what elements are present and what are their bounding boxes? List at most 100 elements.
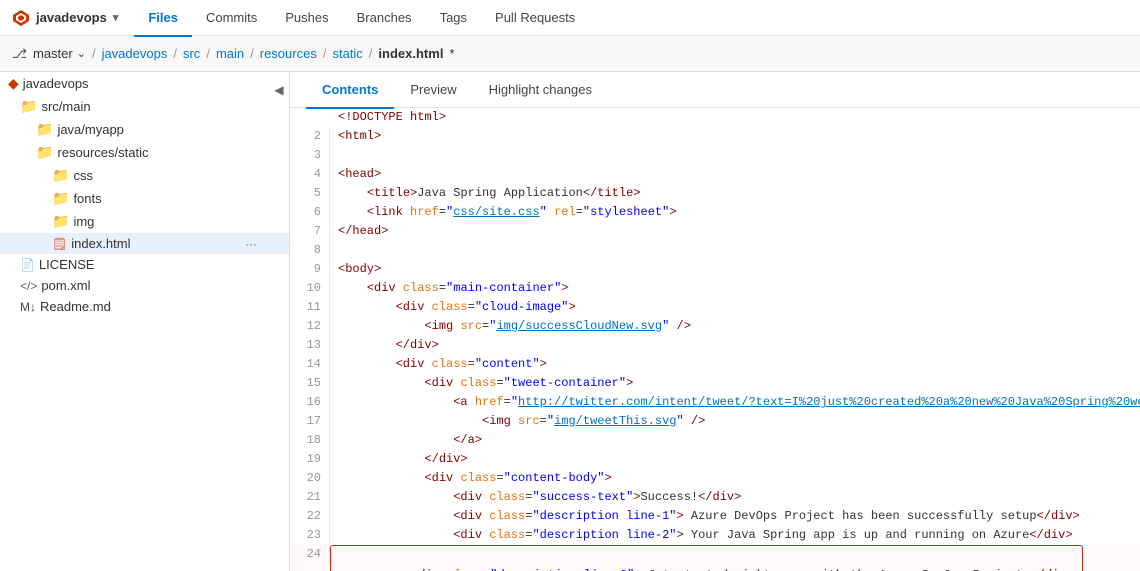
nav-pullrequests[interactable]: Pull Requests bbox=[481, 1, 589, 37]
code-line: 9 <body> bbox=[290, 260, 1140, 279]
tab-contents[interactable]: Contents bbox=[306, 73, 394, 109]
html-file-icon: 🗒 bbox=[52, 237, 67, 251]
bc-src[interactable]: src bbox=[183, 46, 200, 61]
tree-item-javamyapp[interactable]: 📁 java/myapp bbox=[0, 118, 289, 141]
sidebar-collapse-button[interactable]: ◀ bbox=[269, 80, 289, 100]
line-number: 22 bbox=[290, 507, 330, 526]
code-line: 16 <a href="http://twitter.com/intent/tw… bbox=[290, 393, 1140, 412]
line-number: 19 bbox=[290, 450, 330, 469]
tree-item-resourcesstatic[interactable]: 📁 resources/static bbox=[0, 141, 289, 164]
code-line: 19 </div> bbox=[290, 450, 1140, 469]
tabs-bar: Contents Preview Highlight changes bbox=[290, 72, 1140, 108]
line-number: 15 bbox=[290, 374, 330, 393]
code-line: <!DOCTYPE html> bbox=[290, 108, 1140, 127]
tree-item-javadevops[interactable]: ◆ javadevops bbox=[0, 72, 289, 95]
sep6: / bbox=[369, 46, 373, 61]
code-viewer[interactable]: <!DOCTYPE html> 2 <html> 3 4 <head> 5 <t… bbox=[290, 108, 1140, 571]
tree-item-menu-icon[interactable]: ··· bbox=[245, 237, 281, 251]
code-line-24: 24 <div class="description line-3"> Get … bbox=[290, 545, 1140, 571]
line-number: 14 bbox=[290, 355, 330, 374]
nav-pushes[interactable]: Pushes bbox=[271, 1, 342, 37]
bc-static[interactable]: static bbox=[332, 46, 362, 61]
branch-chevron: ⌄ bbox=[77, 47, 86, 60]
tree-item-css[interactable]: 📁 css bbox=[0, 164, 289, 187]
xml-file-icon: </> bbox=[20, 279, 37, 293]
code-line: 8 bbox=[290, 241, 1140, 260]
folder-icon: 📁 bbox=[36, 121, 53, 138]
tree-label: LICENSE bbox=[39, 257, 95, 272]
main-layout: ◀ ◆ javadevops 📁 src/main 📁 java/myapp 📁… bbox=[0, 72, 1140, 571]
tree-item-license[interactable]: 📄 LICENSE bbox=[0, 254, 289, 275]
branch-selector[interactable]: master ⌄ bbox=[33, 46, 86, 61]
folder-icon: 📁 bbox=[20, 98, 37, 115]
project-icon: ◆ bbox=[8, 75, 19, 92]
tree-item-readmemd[interactable]: M↓ Readme.md bbox=[0, 296, 289, 317]
tree-label: javadevops bbox=[23, 76, 89, 91]
line-content: <head> bbox=[330, 165, 389, 184]
tree-label: Readme.md bbox=[40, 299, 111, 314]
bc-main[interactable]: main bbox=[216, 46, 244, 61]
line-number: 4 bbox=[290, 165, 330, 184]
line-content: <div class="cloud-image"> bbox=[330, 298, 584, 317]
bc-modified: * bbox=[449, 46, 454, 61]
line-number: 20 bbox=[290, 469, 330, 488]
bc-javadevops[interactable]: javadevops bbox=[102, 46, 168, 61]
top-nav: javadevops ▾ Files Commits Pushes Branch… bbox=[0, 0, 1140, 36]
code-line: 5 <title>Java Spring Application</title> bbox=[290, 184, 1140, 203]
nav-commits[interactable]: Commits bbox=[192, 1, 271, 37]
code-line: 20 <div class="content-body"> bbox=[290, 469, 1140, 488]
sep3: / bbox=[206, 46, 210, 61]
code-line: 2 <html> bbox=[290, 127, 1140, 146]
code-line: 15 <div class="tweet-container"> bbox=[290, 374, 1140, 393]
line-number: 23 bbox=[290, 526, 330, 545]
bc-filename: index.html bbox=[378, 46, 443, 61]
folder-icon: 📁 bbox=[52, 190, 69, 207]
sep4: / bbox=[250, 46, 254, 61]
nav-files[interactable]: Files bbox=[134, 1, 192, 37]
tree-item-indexhtml[interactable]: 🗒 index.html ··· bbox=[0, 233, 289, 254]
brand[interactable]: javadevops ▾ bbox=[12, 9, 118, 27]
tree-label: index.html bbox=[71, 236, 130, 251]
line-content: <img src="img/tweetThis.svg" /> bbox=[330, 412, 713, 431]
line-content: <img src="img/successCloudNew.svg" /> bbox=[330, 317, 699, 336]
code-line: 14 <div class="content"> bbox=[290, 355, 1140, 374]
line-content: <div class="content"> bbox=[330, 355, 555, 374]
line-number: 7 bbox=[290, 222, 330, 241]
line-number: 11 bbox=[290, 298, 330, 317]
code-line: 11 <div class="cloud-image"> bbox=[290, 298, 1140, 317]
tree-label: src/main bbox=[41, 99, 90, 114]
tree-item-srcmain[interactable]: 📁 src/main bbox=[0, 95, 289, 118]
line-content: </head> bbox=[330, 222, 396, 241]
line-content: <title>Java Spring Application</title> bbox=[330, 184, 648, 203]
nav-tags[interactable]: Tags bbox=[426, 1, 481, 37]
folder-icon: 📁 bbox=[36, 144, 53, 161]
line-number: 3 bbox=[290, 146, 330, 165]
line-number: 12 bbox=[290, 317, 330, 336]
line-content: <div class="main-container"> bbox=[330, 279, 576, 298]
code-line: 17 <img src="img/tweetThis.svg" /> bbox=[290, 412, 1140, 431]
line-content: <div class="success-text">Success!</div> bbox=[330, 488, 749, 507]
code-line: 7 </head> bbox=[290, 222, 1140, 241]
code-line: 13 </div> bbox=[290, 336, 1140, 355]
line-number: 13 bbox=[290, 336, 330, 355]
line-content: </div> bbox=[330, 450, 476, 469]
tree-label: img bbox=[73, 214, 94, 229]
line-content: <div class="content-body"> bbox=[330, 469, 620, 488]
code-line: 10 <div class="main-container"> bbox=[290, 279, 1140, 298]
line-number: 21 bbox=[290, 488, 330, 507]
bc-resources[interactable]: resources bbox=[260, 46, 317, 61]
tab-highlight-changes[interactable]: Highlight changes bbox=[473, 73, 608, 109]
tree-label: resources/static bbox=[57, 145, 148, 160]
tree-item-img[interactable]: 📁 img bbox=[0, 210, 289, 233]
nav-branches[interactable]: Branches bbox=[343, 1, 426, 37]
line-content: <div class="description line-1"> Azure D… bbox=[330, 507, 1088, 526]
tree-label: css bbox=[73, 168, 93, 183]
code-line: 23 <div class="description line-2"> Your… bbox=[290, 526, 1140, 545]
tab-preview[interactable]: Preview bbox=[394, 73, 472, 109]
line-number: 5 bbox=[290, 184, 330, 203]
line-content: <body> bbox=[330, 260, 389, 279]
tree-item-fonts[interactable]: 📁 fonts bbox=[0, 187, 289, 210]
tree-item-pomxml[interactable]: </> pom.xml bbox=[0, 275, 289, 296]
sep1: / bbox=[92, 46, 96, 61]
code-line: 22 <div class="description line-1"> Azur… bbox=[290, 507, 1140, 526]
